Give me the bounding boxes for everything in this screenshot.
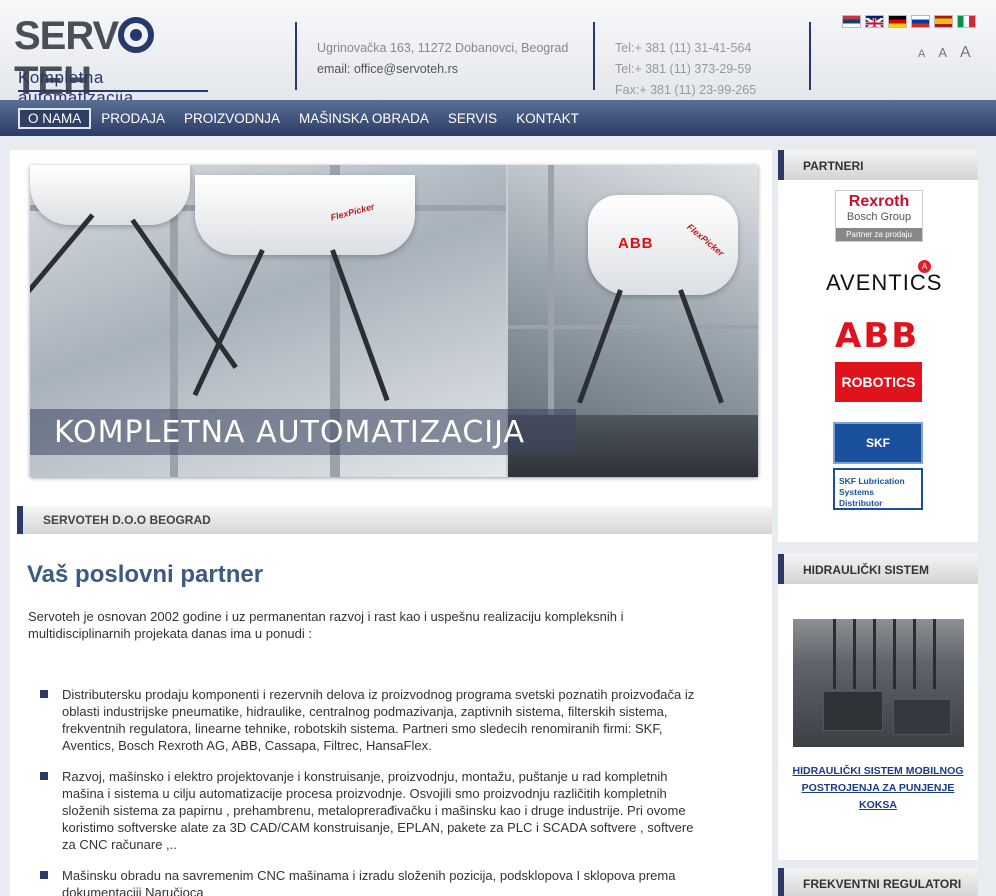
serbian-flag-icon[interactable] [842, 15, 861, 28]
banner-caption: KOMPLETNA AUTOMATIZACIJA [30, 409, 576, 455]
hero-banner: FlexPicker ABB FlexPicker KOMPLETNA AUTO… [30, 165, 758, 477]
russian-flag-icon[interactable] [911, 15, 930, 28]
page-heading: Vaš poslovni partner [27, 561, 264, 588]
list-item: Razvoj, mašinsko i elektro projektovanje… [40, 768, 700, 853]
main-content: FlexPicker ABB FlexPicker KOMPLETNA AUTO… [10, 150, 772, 896]
contact-address-block: Ugrinovačka 163, 11272 Dobanovci, Beogra… [317, 38, 568, 80]
german-flag-icon[interactable] [888, 15, 907, 28]
font-medium-button[interactable]: A [938, 45, 947, 60]
phone-1: Tel:+ 381 (11) 31-41-564 [615, 41, 752, 55]
font-large-button[interactable]: A [960, 44, 971, 62]
fax: Fax:+ 381 (11) 23-99-265 [615, 83, 757, 97]
nav-masinska-obrada[interactable]: MAŠINSKA OBRADA [290, 108, 438, 129]
nav-kontakt[interactable]: KONTAKT [507, 108, 588, 129]
partners-box: PARTNERI Rexroth Bosch Group Partner za … [778, 150, 978, 542]
list-item: Distributersku prodaju komponenti i reze… [40, 686, 700, 754]
aventics-mark-icon: A [918, 260, 931, 273]
font-size-controls: A A A [918, 44, 971, 62]
hydraulic-system-image[interactable] [793, 619, 964, 747]
address-text: Ugrinovačka 163, 11272 Dobanovci, Beogra… [317, 41, 569, 55]
section-title: SERVOTEH D.O.O BEOGRAD [17, 506, 772, 534]
spanish-flag-icon[interactable] [934, 15, 953, 28]
nav-prodaja[interactable]: PRODAJA [92, 108, 174, 129]
skf-distributor-logo[interactable]: SKF Lubrication Systems Distributor [833, 468, 923, 510]
frequency-box: FREKVENTNI REGULATORI [778, 868, 978, 896]
nav-servis[interactable]: SERVIS [439, 108, 506, 129]
partners-title: PARTNERI [778, 150, 978, 180]
servoteh-logo[interactable]: SERVTEH Kompletna automatizacija [14, 14, 214, 107]
site-header: SERVTEH Kompletna automatizacija Ugrinov… [0, 0, 996, 107]
main-navigation: O NAMA PRODAJA PROIZVODNJA MAŠINSKA OBRA… [0, 100, 996, 136]
logo-underline [18, 90, 208, 92]
intro-paragraph: Servoteh je osnovan 2002 godine i uz per… [28, 609, 624, 641]
hydraulic-title: HIDRAULIČKI SISTEM [778, 554, 978, 584]
skf-logo[interactable]: SKF [833, 422, 923, 464]
phone-block: Tel:+ 381 (11) 31-41-564 Tel:+ 381 (11) … [615, 38, 756, 101]
aventics-logo[interactable]: AVENTICS [826, 270, 942, 296]
font-small-button[interactable]: A [918, 48, 925, 60]
language-selector [842, 15, 976, 28]
email-text[interactable]: email: office@servoteh.rs [317, 59, 568, 80]
abb-logo[interactable]: ABB [835, 316, 919, 356]
phone-2: Tel:+ 381 (11) 373-29-59 [615, 62, 752, 76]
rexroth-logo[interactable]: Rexroth Bosch Group Partner za prodaju [835, 190, 923, 242]
header-divider [593, 22, 595, 90]
header-divider [295, 22, 297, 90]
nav-o-nama[interactable]: O NAMA [18, 108, 92, 129]
list-item: Mašinsku obradu na savremenim CNC mašina… [40, 867, 700, 896]
nav-proizvodnja[interactable]: PROIZVODNJA [175, 108, 289, 129]
english-flag-icon[interactable] [865, 15, 884, 28]
header-divider [809, 22, 811, 90]
italian-flag-icon[interactable] [957, 15, 976, 28]
frequency-title: FREKVENTNI REGULATORI [778, 868, 978, 896]
services-list: Distributersku prodaju komponenti i reze… [40, 686, 700, 896]
hydraulic-system-link[interactable]: HIDRAULIČKI SISTEM MOBILNOG POSTROJENJA … [788, 763, 968, 814]
abb-robotics-logo[interactable]: ROBOTICS [835, 362, 922, 402]
